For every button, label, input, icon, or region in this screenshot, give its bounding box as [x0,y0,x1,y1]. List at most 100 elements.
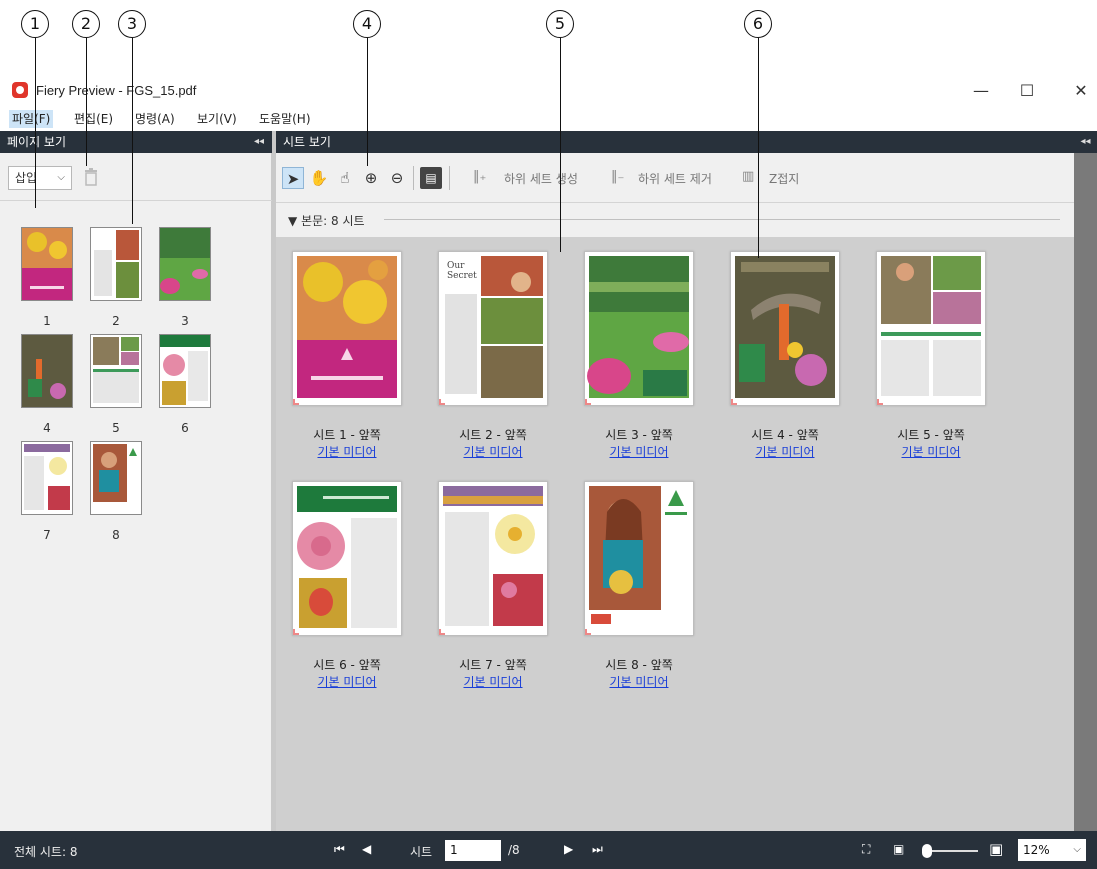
remove-subset-button[interactable]: 하위 세트 제거 [638,170,712,187]
sheet-card[interactable]: Our Secret [438,251,548,406]
page-total-label: /8 [508,843,520,857]
remove-subset-icon: ‖₋ [611,169,625,184]
total-sheets-label: 전체 시트: 8 [14,845,78,859]
hand-pan-icon[interactable]: ✋ [308,167,330,189]
sheet-corner-mark [293,629,299,635]
sheet-card[interactable] [584,481,694,636]
sheet-view-panel: 시트 보기 ➤ ✋ ☝ ⊕ ⊖ ▤ ‖₊ 하위 세트 생성 ‖₋ 하위 세트 제… [276,131,1074,831]
fit-to-screen-icon[interactable]: ⛶ [862,842,870,857]
thumbnail-label: 4 [43,421,51,435]
toolbar-divider [413,166,414,190]
collapsed-side-panel[interactable]: ◂◂ [1074,131,1097,831]
window-title: Fiery Preview - FGS_15.pdf [36,83,197,98]
page-4-preview [22,335,72,407]
page-view-panel: 페이지 보기 ◂◂ 삽입 ⌵ 1 2 3 4 5 6 7 8 [0,131,272,831]
sheet-6-preview [297,486,397,628]
next-page-icon[interactable]: ▶ [564,842,573,856]
callout-6-line [758,38,759,258]
sheet-card[interactable] [292,251,402,406]
sheet-title: 시트 4 - 앞쪽 [751,428,819,442]
previous-page-icon[interactable]: ◀ [362,842,371,856]
sheet-title: 시트 7 - 앞쪽 [459,658,527,672]
callout-2: 2 [72,10,100,38]
sheet-2-preview: OurSecret [443,256,543,398]
sheet-card[interactable] [292,481,402,636]
sheet-media-link[interactable]: 기본 미디어 [428,673,558,690]
zoom-slider-track[interactable] [926,850,978,852]
sheet-title: 시트 3 - 앞쪽 [605,428,673,442]
zoom-in-icon[interactable]: ⊕ [360,167,382,189]
sheet-4-preview [735,256,835,398]
callout-1-line [35,38,36,208]
menu-help[interactable]: 도움말(H) [256,110,314,128]
sheet-media-link[interactable]: 기본 미디어 [866,443,996,460]
page-thumbnail[interactable] [90,227,142,301]
page-thumbnail[interactable] [159,227,211,301]
trash-icon[interactable] [84,168,98,186]
sheet-card[interactable] [584,251,694,406]
sheet-title: 시트 6 - 앞쪽 [313,658,381,672]
sheet-card[interactable] [876,251,986,406]
sheet-media-link[interactable]: 기본 미디어 [282,443,412,460]
page-number-input[interactable]: 1 [445,840,501,861]
section-header[interactable]: ▼ 본문: 8 시트 [276,203,1074,237]
last-page-icon[interactable]: ⏭ [592,842,603,857]
sheet-media-link[interactable]: 기본 미디어 [574,443,704,460]
collapse-triangle-icon[interactable]: ▼ [288,214,297,228]
page-7-preview [24,444,70,510]
insert-dropdown-value: 삽입 [15,171,38,185]
page-view-header: 페이지 보기 ◂◂ [0,131,272,153]
page-6-preview [160,335,210,405]
add-subset-button[interactable]: 하위 세트 생성 [504,170,578,187]
callout-3-line [132,38,133,224]
sheet-media-link[interactable]: 기본 미디어 [720,443,850,460]
page-view-toolbar: 삽입 ⌵ [0,153,272,201]
first-page-icon[interactable]: ⏮ [334,842,345,857]
zoom-level-dropdown[interactable]: 12% ⌵ [1018,839,1086,861]
callout-1: 1 [21,10,49,38]
z-fold-icon: ▥ [742,169,755,184]
thumbnail-label: 7 [43,528,51,542]
minimize-button[interactable]: — [966,80,996,102]
small-image-icon[interactable]: ▣ [893,842,904,856]
large-image-icon[interactable]: ▣ [989,840,1003,858]
sheet-card[interactable] [730,251,840,406]
page-thumbnail[interactable] [90,334,142,408]
zoom-slider-handle[interactable] [922,844,932,858]
sheet-media-link[interactable]: 기본 미디어 [574,673,704,690]
sheet-corner-mark [585,399,591,405]
sheet-card[interactable] [438,481,548,636]
page-thumbnail[interactable] [21,441,73,515]
page-thumbnail[interactable] [21,334,73,408]
menu-edit[interactable]: 편집(E) [71,110,116,128]
sheet-media-link[interactable]: 기본 미디어 [428,443,558,460]
page-thumbnail[interactable] [159,334,211,408]
collapse-right-icon[interactable]: ◂◂ [1074,131,1097,153]
pointer-hand-icon[interactable]: ☝ [334,167,356,189]
menu-actions[interactable]: 명령(A) [132,110,178,128]
title-bar: Fiery Preview - FGS_15.pdf — ☐ ✕ [0,76,1097,106]
select-arrow-icon[interactable]: ➤ [282,167,304,189]
sheet-3-preview [587,256,689,398]
thumbnail-label: 1 [43,314,51,328]
maximize-button[interactable]: ☐ [1012,80,1042,102]
collapse-left-icon[interactable]: ◂◂ [254,131,264,153]
sheet-corner-mark [731,399,737,405]
sheet-7-preview [443,486,543,626]
sheet-1-preview [297,256,397,398]
menu-view[interactable]: 보기(V) [194,110,240,128]
page-layout-icon[interactable]: ▤ [420,167,442,189]
sheet-view-toolbar: ➤ ✋ ☝ ⊕ ⊖ ▤ ‖₊ 하위 세트 생성 ‖₋ 하위 세트 제거 ▥ Z접… [276,153,1074,203]
menu-file[interactable]: 파일(F) [9,110,54,128]
page-thumbnail[interactable] [21,227,73,301]
close-button[interactable]: ✕ [1066,80,1096,102]
sheet-title: 시트 5 - 앞쪽 [897,428,965,442]
sheet-8-preview [589,486,689,624]
z-fold-button[interactable]: Z접지 [769,170,799,187]
page-thumbnail[interactable] [90,441,142,515]
sheet-media-link[interactable]: 기본 미디어 [282,673,412,690]
page-1-preview [22,228,72,300]
zoom-out-icon[interactable]: ⊖ [386,167,408,189]
insert-dropdown[interactable]: 삽입 ⌵ [8,166,72,190]
page-8-preview [93,444,139,502]
